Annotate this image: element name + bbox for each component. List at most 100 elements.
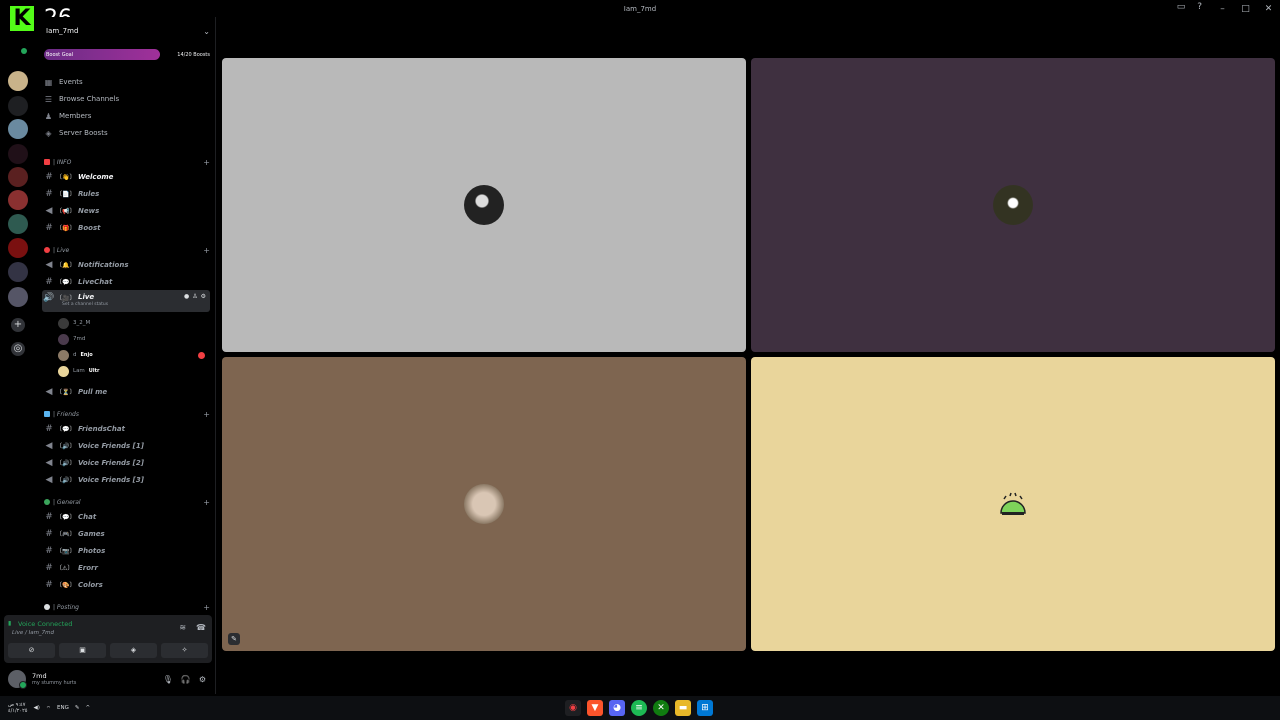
discord-app-icon[interactable]: ◕ — [609, 700, 625, 716]
channel-live-voice[interactable]: 🔊 〔🎥〕 Live ● ♙ ⚙ Set a channel status — [42, 290, 210, 312]
participant-tile[interactable] — [751, 357, 1275, 651]
language-indicator[interactable]: ENG — [57, 705, 69, 711]
add-channel-icon[interactable]: + — [203, 410, 210, 419]
clock[interactable]: ٩:٤٧ ص ٤/١/٢٠٢٥ — [8, 702, 27, 714]
boost-goal-bar[interactable]: Boost Goal 14/20 Boosts — [44, 49, 210, 60]
server-icon[interactable] — [8, 262, 28, 282]
chat-icon[interactable]: ● — [184, 293, 189, 300]
channel-voice-friends-1[interactable]: ◀ 〔🔊〕 Voice Friends [1] — [42, 437, 210, 454]
nav-events[interactable]: ▦ Events — [44, 74, 210, 90]
brave-app-icon[interactable]: ▼ — [587, 700, 603, 716]
voice-user[interactable]: Lam Ultr — [58, 363, 99, 379]
channel-photos[interactable]: # 〔📷〕 Photos — [42, 542, 210, 559]
channel-livechat[interactable]: # 〔💬〕 LiveChat — [42, 273, 210, 290]
category-label: | Live — [53, 246, 70, 254]
server-icon[interactable] — [8, 190, 28, 210]
category-posting[interactable]: | Posting + — [44, 601, 210, 613]
screen-share-button[interactable]: ▣ — [59, 643, 106, 658]
category-general[interactable]: | General + — [44, 496, 210, 508]
server-icon[interactable] — [8, 71, 28, 91]
channel-games[interactable]: # 〔🎮〕 Games — [42, 525, 210, 542]
channel-pull-me[interactable]: ◀ 〔⏳〕 Pull me — [42, 383, 210, 400]
maximize-button[interactable]: □ — [1234, 4, 1257, 14]
voice-user[interactable]: 7md — [58, 331, 85, 347]
inbox-icon[interactable]: ▭ — [1177, 2, 1186, 12]
channel-label: Voice Friends [3] — [78, 475, 144, 484]
category-live[interactable]: | Live + — [44, 244, 210, 256]
server-icon[interactable] — [8, 214, 28, 234]
explore-icon[interactable]: ◎ — [11, 342, 25, 356]
file-explorer-icon[interactable]: ▬ — [675, 700, 691, 716]
channel-status-hint[interactable]: Set a channel status — [62, 302, 108, 307]
participant-tile[interactable] — [751, 58, 1275, 352]
obs-app-icon[interactable]: ◉ — [565, 700, 581, 716]
server-icon[interactable] — [8, 167, 28, 187]
volume-icon[interactable]: ◀) — [33, 705, 39, 711]
minimize-button[interactable]: – — [1211, 4, 1234, 14]
channel-errors[interactable]: # 〔⚠〕 Erorr — [42, 559, 210, 576]
chevron-up-icon[interactable]: ^ — [86, 705, 91, 711]
noise-suppression-icon[interactable]: ≋ — [179, 623, 186, 632]
nav-label: Members — [59, 112, 92, 120]
speech-bubble-icon: 〔💬〕 — [56, 279, 76, 286]
channel-voice-friends-2[interactable]: ◀ 〔🔊〕 Voice Friends [2] — [42, 454, 210, 471]
channel-colors[interactable]: # 〔🎨〕 Colors — [42, 576, 210, 593]
microphone-icon[interactable]: 🎙 — [163, 675, 173, 684]
participant-tile[interactable] — [222, 58, 746, 352]
headphones-icon[interactable]: 🎧 — [181, 675, 191, 684]
channel-welcome[interactable]: # 〔👋〕 Welcome — [42, 168, 210, 185]
add-channel-icon[interactable]: + — [203, 246, 210, 255]
disconnect-icon[interactable]: ☎ — [196, 623, 206, 632]
category-friends[interactable]: | Friends + — [44, 408, 210, 420]
camera-toggle-button[interactable]: ⊘ — [8, 643, 55, 658]
activity-button[interactable]: ◈ — [110, 643, 157, 658]
server-icon[interactable] — [8, 119, 28, 139]
spotify-app-icon[interactable]: ≡ — [631, 700, 647, 716]
voice-user[interactable]: 3_2_M — [58, 315, 90, 331]
nav-browse-channels[interactable]: ☰ Browse Channels — [44, 91, 210, 107]
pin-icon[interactable]: ✎ — [228, 633, 240, 645]
avatar — [58, 349, 69, 361]
server-icon[interactable] — [8, 287, 28, 307]
category-info[interactable]: | INFO + — [44, 156, 210, 168]
channel-boost[interactable]: # 〔🎁〕 Boost — [42, 219, 210, 236]
windows-start-icon[interactable]: ⊞ — [697, 700, 713, 716]
server-header[interactable]: Iam_7md ⌄ — [46, 21, 210, 41]
xbox-app-icon[interactable]: ✕ — [653, 700, 669, 716]
channel-rules[interactable]: # 〔📄〕 Rules — [42, 185, 210, 202]
server-icon[interactable] — [8, 238, 28, 258]
channel-voice-friends-3[interactable]: ◀ 〔🔊〕 Voice Friends [3] — [42, 471, 210, 488]
voice-channel-path[interactable]: Live / Iam_7md — [12, 630, 54, 636]
channel-notifications[interactable]: ◀ 〔🔔〕 Notifications — [42, 256, 210, 273]
nav-label: Browse Channels — [59, 95, 120, 103]
server-icon[interactable] — [8, 96, 28, 116]
os-taskbar: ٩:٤٧ ص ٤/١/٢٠٢٥ ◀) ⌔ ENG ✎ ^ ◉ ▼ ◕ ≡ ✕ ▬… — [0, 696, 1280, 720]
help-icon[interactable]: ? — [1197, 2, 1202, 12]
channel-label: Voice Friends [1] — [78, 441, 144, 450]
user-avatar[interactable] — [8, 670, 27, 689]
nav-members[interactable]: ♟ Members — [44, 108, 210, 124]
boost-count: 14/20 Boosts — [177, 51, 210, 58]
pen-icon[interactable]: ✎ — [75, 705, 80, 711]
hash-icon: # — [45, 423, 53, 434]
close-button[interactable]: ✕ — [1257, 4, 1280, 14]
channel-chat[interactable]: # 〔💬〕 Chat — [42, 508, 210, 525]
add-channel-icon[interactable]: + — [203, 158, 210, 167]
voice-user[interactable]: d Enjo — [58, 347, 93, 363]
scroll-icon: 〔📄〕 — [56, 191, 76, 198]
nav-server-boosts[interactable]: ◈ Server Boosts — [44, 125, 210, 141]
add-server-icon[interactable]: + — [11, 318, 25, 332]
participant-tile[interactable] — [222, 357, 746, 651]
wifi-icon[interactable]: ⌔ — [46, 705, 51, 712]
add-channel-icon[interactable]: + — [203, 603, 210, 612]
signal-icon[interactable]: ▮ — [8, 620, 11, 627]
add-channel-icon[interactable]: + — [203, 498, 210, 507]
soundboard-button[interactable]: ✧ — [161, 643, 208, 658]
invite-icon[interactable]: ♙ — [192, 293, 197, 300]
category-label: | INFO — [53, 158, 72, 166]
channel-friendschat[interactable]: # 〔💬〕 FriendsChat — [42, 420, 210, 437]
gear-icon[interactable]: ⚙ — [199, 675, 206, 684]
server-icon[interactable] — [8, 144, 28, 164]
channel-news[interactable]: ◀ 〔📢〕 News — [42, 202, 210, 219]
gear-icon[interactable]: ⚙ — [201, 293, 206, 300]
